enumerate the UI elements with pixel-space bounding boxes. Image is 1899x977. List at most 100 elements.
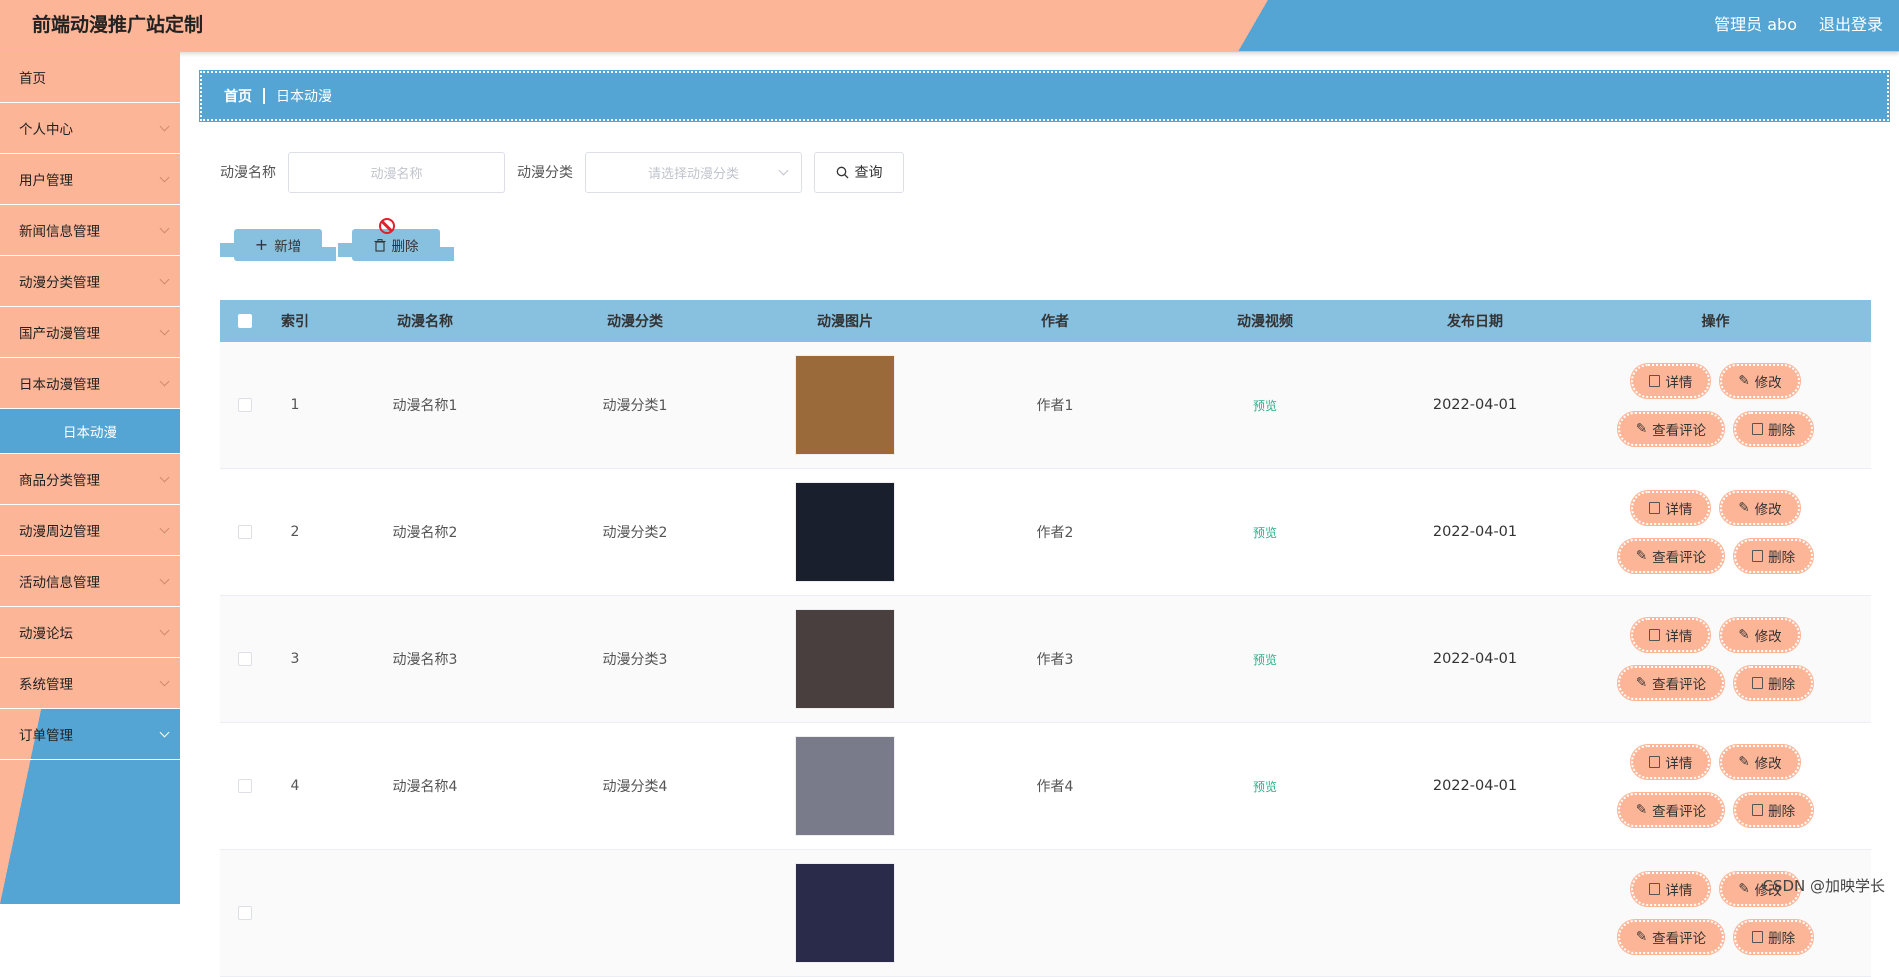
detail-button[interactable]: 详情 [1631, 491, 1710, 525]
pencil-icon: ✎ [1738, 881, 1749, 897]
view-comments-button[interactable]: ✎查看评论 [1618, 920, 1724, 954]
sidebar-item-user-management[interactable]: 用户管理 [0, 154, 180, 205]
sidebar-item-product-category[interactable]: 商品分类管理 [0, 454, 180, 505]
sidebar-item-news-management[interactable]: 新闻信息管理 [0, 205, 180, 256]
row-checkbox[interactable] [238, 525, 252, 539]
chevron-down-icon [160, 473, 170, 483]
detail-button[interactable]: 详情 [1631, 364, 1710, 398]
edit-button[interactable]: ✎修改 [1720, 364, 1799, 398]
delete-row-button[interactable]: 删除 [1734, 793, 1813, 827]
sidebar-item-label: 个人中心 [19, 118, 73, 138]
view-comments-button[interactable]: ✎ 查看评论 [1618, 666, 1724, 700]
search-icon [836, 166, 849, 179]
sidebar-item-order-management[interactable]: 订单管理 [0, 709, 180, 760]
delete-row-button[interactable]: 删除 [1734, 920, 1813, 954]
chevron-down-icon [160, 122, 170, 132]
detail-button[interactable]: 详情 [1631, 872, 1710, 906]
preview-link[interactable]: 预览 [1253, 780, 1277, 794]
row-checkbox[interactable] [238, 906, 252, 920]
anime-table: 索引 动漫名称 动漫分类 动漫图片 作者 动漫视频 发布日期 操作 1 动漫名称… [220, 300, 1871, 977]
delete-button-label: 删除 [392, 235, 419, 255]
publish-date: 2022-04-01 [1433, 524, 1517, 540]
chevron-down-icon [160, 377, 170, 387]
pencil-icon: ✎ [1636, 675, 1647, 691]
add-button[interactable]: + 新增 [234, 229, 322, 261]
sidebar-item-merchandise[interactable]: 动漫周边管理 [0, 505, 180, 556]
sidebar-item-forum[interactable]: 动漫论坛 [0, 607, 180, 658]
comments-label: 查看评论 [1652, 673, 1706, 693]
document-icon [1649, 629, 1660, 641]
forbidden-cursor-icon [379, 218, 395, 234]
preview-link[interactable]: 预览 [1253, 526, 1277, 540]
publish-date: 2022-04-01 [1433, 651, 1517, 667]
anime-name-label: 动漫名称 [220, 162, 276, 182]
query-button[interactable]: 查询 [814, 152, 904, 193]
query-button-label: 查询 [855, 162, 883, 182]
document-icon [1649, 756, 1660, 768]
anime-thumbnail [795, 609, 895, 709]
cell-name: 动漫名称2 [320, 522, 530, 542]
app-title: 前端动漫推广站定制 [32, 10, 203, 37]
cell-category: 动漫分类2 [530, 522, 740, 542]
table-row: 4 动漫名称4 动漫分类4 作者4 预览 2022-04-01 详情 ✎修改 ✎… [220, 723, 1871, 850]
preview-link[interactable]: 预览 [1253, 653, 1277, 667]
header-author: 作者 [950, 311, 1160, 331]
operation-line: ✎查看评论 删除 [1618, 539, 1813, 573]
chevron-down-icon [160, 626, 170, 636]
breadcrumb: 首页 日本动漫 [200, 71, 1889, 121]
edit-button[interactable]: ✎修改 [1720, 745, 1799, 779]
sidebar-item-activity-management[interactable]: 活动信息管理 [0, 556, 180, 607]
operation-buttons: 详情 ✎修改 ✎查看评论 删除 [1580, 745, 1851, 827]
anime-thumbnail [795, 736, 895, 836]
logout-link[interactable]: 退出登录 [1819, 11, 1883, 35]
cell-index: 1 [270, 397, 320, 413]
sidebar-item-personal-center[interactable]: 个人中心 [0, 103, 180, 154]
pencil-icon: ✎ [1738, 500, 1749, 516]
sidebar-item-label: 动漫周边管理 [19, 520, 100, 540]
sidebar-item-label: 动漫论坛 [19, 622, 73, 642]
row-check-cell [220, 652, 270, 666]
table-row: 2 动漫名称2 动漫分类2 作者2 预览 2022-04-01 详情 ✎修改 ✎… [220, 469, 1871, 596]
row-checkbox[interactable] [238, 652, 252, 666]
view-comments-button[interactable]: ✎查看评论 [1618, 793, 1724, 827]
user-name[interactable]: 管理员 abo [1714, 11, 1797, 35]
sidebar-subitem-japanese-anime[interactable]: 日本动漫 [0, 409, 180, 454]
document-icon [1649, 883, 1660, 895]
sidebar-item-category-management[interactable]: 动漫分类管理 [0, 256, 180, 307]
view-comments-button[interactable]: ✎查看评论 [1618, 412, 1724, 446]
cell-author: 作者2 [950, 522, 1160, 542]
anime-category-label: 动漫分类 [517, 162, 573, 182]
sidebar-item-domestic-anime[interactable]: 国产动漫管理 [0, 307, 180, 358]
view-comments-button[interactable]: ✎查看评论 [1618, 539, 1724, 573]
edit-button[interactable]: ✎修改 [1720, 491, 1799, 525]
table-row: 详情 ✎修改 ✎查看评论 删除 [220, 850, 1871, 977]
pencil-icon: ✎ [1636, 802, 1647, 818]
edit-button[interactable]: ✎修改 [1720, 618, 1799, 652]
sidebar-item-label: 系统管理 [19, 673, 73, 693]
preview-link[interactable]: 预览 [1253, 399, 1277, 413]
sidebar-item-system-management[interactable]: 系统管理 [0, 658, 180, 709]
anime-thumbnail [795, 863, 895, 963]
anime-name-input[interactable]: 动漫名称 [288, 152, 505, 193]
chevron-down-icon [160, 224, 170, 234]
breadcrumb-home[interactable]: 首页 [224, 86, 252, 106]
sidebar-item-japanese-anime-management[interactable]: 日本动漫管理 [0, 358, 180, 409]
row-check-cell [220, 906, 270, 920]
detail-button[interactable]: 详情 [1631, 745, 1710, 779]
batch-delete-button[interactable]: 删除 [352, 229, 440, 261]
delete-row-button[interactable]: 删除 [1734, 539, 1813, 573]
operation-line: 详情 ✎修改 [1631, 618, 1799, 652]
sidebar-item-home[interactable]: 首页 [0, 52, 180, 103]
cell-video: 预览 [1160, 397, 1370, 414]
top-header: 前端动漫推广站定制 管理员 abo 退出登录 [0, 0, 1899, 52]
delete-row-button[interactable]: 删除 [1734, 412, 1813, 446]
delete-row-button[interactable]: 删除 [1734, 666, 1813, 700]
row-checkbox[interactable] [238, 779, 252, 793]
operation-line: ✎查看评论 删除 [1618, 920, 1813, 954]
select-all-checkbox[interactable] [238, 314, 252, 328]
detail-button[interactable]: 详情 [1631, 618, 1710, 652]
cell-author: 作者3 [950, 649, 1160, 669]
row-checkbox[interactable] [238, 398, 252, 412]
comments-label: 查看评论 [1652, 546, 1706, 566]
anime-category-select[interactable]: 请选择动漫分类 [585, 152, 802, 193]
